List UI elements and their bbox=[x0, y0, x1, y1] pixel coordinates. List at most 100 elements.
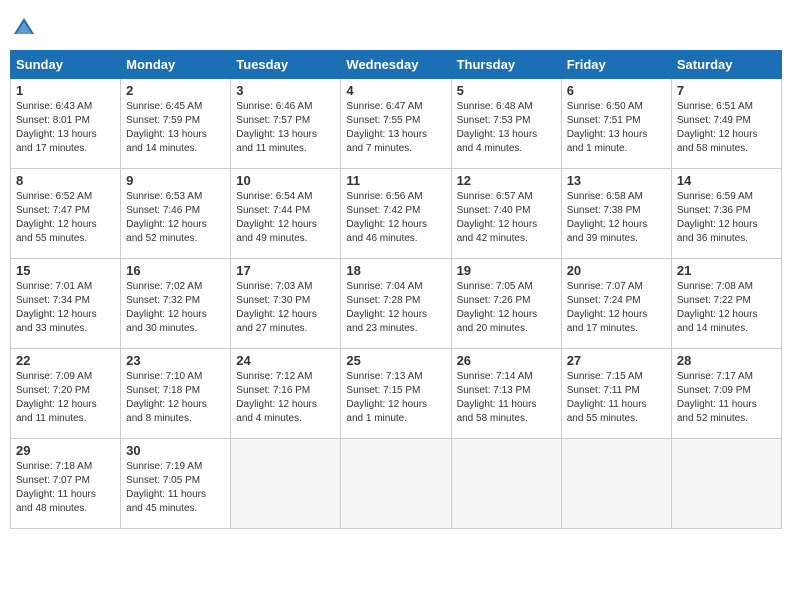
day-number: 11 bbox=[346, 173, 445, 188]
page-header bbox=[10, 10, 782, 42]
calendar-day-cell: 12 Sunrise: 6:57 AMSunset: 7:40 PMDayligh… bbox=[451, 169, 561, 259]
weekday-row: SundayMondayTuesdayWednesdayThursdayFrid… bbox=[11, 51, 782, 79]
calendar-day-cell: 27Sunrise: 7:15 AMSunset: 7:11 PMDayligh… bbox=[561, 349, 671, 439]
calendar-week-row: 1 Sunrise: 6:43 AMSunset: 8:01 PMDaylight… bbox=[11, 79, 782, 169]
calendar-day-cell bbox=[671, 439, 781, 529]
day-number: 28 bbox=[677, 353, 776, 368]
day-number: 20 bbox=[567, 263, 666, 278]
calendar-day-cell: 26 Sunrise: 7:14 AMSunset: 7:13 PMDayligh… bbox=[451, 349, 561, 439]
day-info: Sunrise: 6:50 AMSunset: 7:51 PMDaylight:… bbox=[567, 100, 666, 156]
calendar-day-cell: 15 Sunrise: 7:01 AMSunset: 7:34 PMDayligh… bbox=[11, 259, 121, 349]
calendar-day-cell: 17 Sunrise: 7:03 AMSunset: 7:30 PMDayligh… bbox=[231, 259, 341, 349]
logo bbox=[10, 14, 40, 42]
calendar-day-cell: 10 Sunrise: 6:54 AMSunset: 7:44 PMDayligh… bbox=[231, 169, 341, 259]
calendar-day-cell: 7 Sunrise: 6:51 AMSunset: 7:49 PMDaylight… bbox=[671, 79, 781, 169]
calendar-week-row: 22 Sunrise: 7:09 AMSunset: 7:20 PMDayligh… bbox=[11, 349, 782, 439]
day-info: Sunrise: 6:54 AMSunset: 7:44 PMDaylight:… bbox=[236, 190, 335, 246]
calendar-day-cell: 24Sunrise: 7:12 AMSunset: 7:16 PMDayligh… bbox=[231, 349, 341, 439]
day-number: 15 bbox=[16, 263, 115, 278]
day-number: 2 bbox=[126, 83, 225, 98]
calendar-week-row: 15 Sunrise: 7:01 AMSunset: 7:34 PMDayligh… bbox=[11, 259, 782, 349]
day-number: 26 bbox=[457, 353, 556, 368]
calendar-day-cell: 23Sunrise: 7:10 AMSunset: 7:18 PMDayligh… bbox=[121, 349, 231, 439]
day-info: Sunrise: 7:17 AMSunset: 7:09 PMDaylight:… bbox=[677, 370, 776, 426]
day-info: Sunrise: 7:14 AMSunset: 7:13 PMDaylight:… bbox=[457, 370, 556, 426]
calendar-day-cell: 20 Sunrise: 7:07 AMSunset: 7:24 PMDayligh… bbox=[561, 259, 671, 349]
calendar-day-cell: 9Sunrise: 6:53 AMSunset: 7:46 PMDaylight… bbox=[121, 169, 231, 259]
day-info: Sunrise: 6:58 AMSunset: 7:38 PMDaylight:… bbox=[567, 190, 666, 246]
weekday-header-wednesday: Wednesday bbox=[341, 51, 451, 79]
day-number: 22 bbox=[16, 353, 115, 368]
day-number: 17 bbox=[236, 263, 335, 278]
calendar-day-cell: 4 Sunrise: 6:47 AMSunset: 7:55 PMDaylight… bbox=[341, 79, 451, 169]
calendar-body: 1 Sunrise: 6:43 AMSunset: 8:01 PMDaylight… bbox=[11, 79, 782, 529]
day-number: 9 bbox=[126, 173, 225, 188]
day-number: 30 bbox=[126, 443, 225, 458]
day-info: Sunrise: 7:04 AMSunset: 7:28 PMDaylight:… bbox=[346, 280, 445, 336]
calendar-day-cell bbox=[451, 439, 561, 529]
day-info: Sunrise: 6:46 AMSunset: 7:57 PMDaylight:… bbox=[236, 100, 335, 156]
logo-icon bbox=[10, 14, 38, 42]
day-number: 10 bbox=[236, 173, 335, 188]
calendar-day-cell: 8Sunrise: 6:52 AMSunset: 7:47 PMDaylight… bbox=[11, 169, 121, 259]
day-info: Sunrise: 7:01 AMSunset: 7:34 PMDaylight:… bbox=[16, 280, 115, 336]
calendar-day-cell bbox=[341, 439, 451, 529]
day-info: Sunrise: 7:13 AMSunset: 7:15 PMDaylight:… bbox=[346, 370, 445, 426]
day-number: 27 bbox=[567, 353, 666, 368]
calendar-day-cell bbox=[231, 439, 341, 529]
day-number: 19 bbox=[457, 263, 556, 278]
calendar-day-cell: 29Sunrise: 7:18 AMSunset: 7:07 PMDayligh… bbox=[11, 439, 121, 529]
calendar-day-cell: 21Sunrise: 7:08 AMSunset: 7:22 PMDayligh… bbox=[671, 259, 781, 349]
day-number: 1 bbox=[16, 83, 115, 98]
day-number: 13 bbox=[567, 173, 666, 188]
day-info: Sunrise: 7:02 AMSunset: 7:32 PMDaylight:… bbox=[126, 280, 225, 336]
day-info: Sunrise: 7:07 AMSunset: 7:24 PMDaylight:… bbox=[567, 280, 666, 336]
weekday-header-thursday: Thursday bbox=[451, 51, 561, 79]
calendar-day-cell: 6Sunrise: 6:50 AMSunset: 7:51 PMDaylight… bbox=[561, 79, 671, 169]
weekday-header-friday: Friday bbox=[561, 51, 671, 79]
calendar-day-cell: 28 Sunrise: 7:17 AMSunset: 7:09 PMDayligh… bbox=[671, 349, 781, 439]
calendar-day-cell: 22 Sunrise: 7:09 AMSunset: 7:20 PMDayligh… bbox=[11, 349, 121, 439]
weekday-header-sunday: Sunday bbox=[11, 51, 121, 79]
day-info: Sunrise: 7:12 AMSunset: 7:16 PMDaylight:… bbox=[236, 370, 335, 426]
day-info: Sunrise: 6:56 AMSunset: 7:42 PMDaylight:… bbox=[346, 190, 445, 246]
day-info: Sunrise: 7:09 AMSunset: 7:20 PMDaylight:… bbox=[16, 370, 115, 426]
day-number: 16 bbox=[126, 263, 225, 278]
day-number: 18 bbox=[346, 263, 445, 278]
weekday-header-monday: Monday bbox=[121, 51, 231, 79]
day-info: Sunrise: 7:10 AMSunset: 7:18 PMDaylight:… bbox=[126, 370, 225, 426]
day-info: Sunrise: 7:18 AMSunset: 7:07 PMDaylight:… bbox=[16, 460, 115, 516]
day-info: Sunrise: 7:03 AMSunset: 7:30 PMDaylight:… bbox=[236, 280, 335, 336]
day-info: Sunrise: 6:43 AMSunset: 8:01 PMDaylight:… bbox=[16, 100, 115, 156]
day-info: Sunrise: 7:08 AMSunset: 7:22 PMDaylight:… bbox=[677, 280, 776, 336]
calendar-day-cell bbox=[561, 439, 671, 529]
day-number: 5 bbox=[457, 83, 556, 98]
day-info: Sunrise: 7:05 AMSunset: 7:26 PMDaylight:… bbox=[457, 280, 556, 336]
calendar-week-row: 8Sunrise: 6:52 AMSunset: 7:47 PMDaylight… bbox=[11, 169, 782, 259]
calendar-day-cell: 30 Sunrise: 7:19 AMSunset: 7:05 PMDayligh… bbox=[121, 439, 231, 529]
day-number: 25 bbox=[346, 353, 445, 368]
day-info: Sunrise: 6:59 AMSunset: 7:36 PMDaylight:… bbox=[677, 190, 776, 246]
day-number: 14 bbox=[677, 173, 776, 188]
day-info: Sunrise: 6:47 AMSunset: 7:55 PMDaylight:… bbox=[346, 100, 445, 156]
day-number: 12 bbox=[457, 173, 556, 188]
calendar-table: SundayMondayTuesdayWednesdayThursdayFrid… bbox=[10, 50, 782, 529]
calendar-day-cell: 5Sunrise: 6:48 AMSunset: 7:53 PMDaylight… bbox=[451, 79, 561, 169]
calendar-week-row: 29Sunrise: 7:18 AMSunset: 7:07 PMDayligh… bbox=[11, 439, 782, 529]
calendar-day-cell: 25 Sunrise: 7:13 AMSunset: 7:15 PMDayligh… bbox=[341, 349, 451, 439]
day-info: Sunrise: 7:19 AMSunset: 7:05 PMDaylight:… bbox=[126, 460, 225, 516]
weekday-header-saturday: Saturday bbox=[671, 51, 781, 79]
calendar-day-cell: 3 Sunrise: 6:46 AMSunset: 7:57 PMDaylight… bbox=[231, 79, 341, 169]
calendar-day-cell: 2 Sunrise: 6:45 AMSunset: 7:59 PMDaylight… bbox=[121, 79, 231, 169]
day-number: 3 bbox=[236, 83, 335, 98]
calendar-day-cell: 11 Sunrise: 6:56 AMSunset: 7:42 PMDayligh… bbox=[341, 169, 451, 259]
calendar-day-cell: 19 Sunrise: 7:05 AMSunset: 7:26 PMDayligh… bbox=[451, 259, 561, 349]
day-info: Sunrise: 6:57 AMSunset: 7:40 PMDaylight:… bbox=[457, 190, 556, 246]
day-info: Sunrise: 6:45 AMSunset: 7:59 PMDaylight:… bbox=[126, 100, 225, 156]
calendar-day-cell: 16 Sunrise: 7:02 AMSunset: 7:32 PMDayligh… bbox=[121, 259, 231, 349]
day-info: Sunrise: 6:51 AMSunset: 7:49 PMDaylight:… bbox=[677, 100, 776, 156]
day-number: 4 bbox=[346, 83, 445, 98]
day-number: 8 bbox=[16, 173, 115, 188]
day-number: 7 bbox=[677, 83, 776, 98]
calendar-day-cell: 1 Sunrise: 6:43 AMSunset: 8:01 PMDaylight… bbox=[11, 79, 121, 169]
